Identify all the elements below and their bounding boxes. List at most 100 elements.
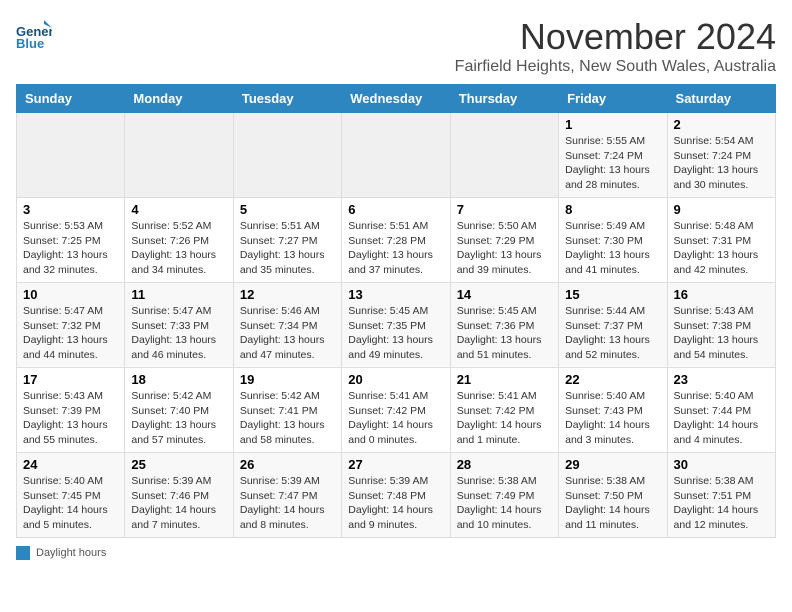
day-info: Sunrise: 5:39 AM Sunset: 7:47 PM Dayligh… bbox=[240, 474, 335, 533]
day-info: Sunrise: 5:38 AM Sunset: 7:51 PM Dayligh… bbox=[674, 474, 769, 533]
day-number: 24 bbox=[23, 457, 118, 472]
calendar-cell: 27 Sunrise: 5:39 AM Sunset: 7:48 PM Dayli… bbox=[342, 453, 450, 538]
day-info: Sunrise: 5:51 AM Sunset: 7:27 PM Dayligh… bbox=[240, 219, 335, 278]
day-info: Sunrise: 5:45 AM Sunset: 7:36 PM Dayligh… bbox=[457, 304, 552, 363]
day-number: 18 bbox=[131, 372, 226, 387]
day-info: Sunrise: 5:42 AM Sunset: 7:41 PM Dayligh… bbox=[240, 389, 335, 448]
day-info: Sunrise: 5:52 AM Sunset: 7:26 PM Dayligh… bbox=[131, 219, 226, 278]
day-number: 10 bbox=[23, 287, 118, 302]
day-info: Sunrise: 5:54 AM Sunset: 7:24 PM Dayligh… bbox=[674, 134, 769, 193]
day-info: Sunrise: 5:43 AM Sunset: 7:38 PM Dayligh… bbox=[674, 304, 769, 363]
day-info: Sunrise: 5:49 AM Sunset: 7:30 PM Dayligh… bbox=[565, 219, 660, 278]
calendar-cell: 1 Sunrise: 5:55 AM Sunset: 7:24 PM Daylig… bbox=[559, 113, 667, 198]
svg-text:Blue: Blue bbox=[16, 36, 44, 51]
day-number: 11 bbox=[131, 287, 226, 302]
day-number: 5 bbox=[240, 202, 335, 217]
calendar-header-friday: Friday bbox=[559, 85, 667, 113]
day-number: 13 bbox=[348, 287, 443, 302]
calendar-cell: 4 Sunrise: 5:52 AM Sunset: 7:26 PM Daylig… bbox=[125, 198, 233, 283]
calendar-cell: 21Sunrise: 5:41 AM Sunset: 7:42 PM Dayli… bbox=[450, 368, 558, 453]
day-number: 15 bbox=[565, 287, 660, 302]
footer-bar: Daylight hours bbox=[16, 546, 776, 560]
day-info: Sunrise: 5:40 AM Sunset: 7:43 PM Dayligh… bbox=[565, 389, 660, 448]
day-number: 27 bbox=[348, 457, 443, 472]
day-number: 23 bbox=[674, 372, 769, 387]
day-info: Sunrise: 5:39 AM Sunset: 7:48 PM Dayligh… bbox=[348, 474, 443, 533]
calendar-cell bbox=[17, 113, 125, 198]
day-number: 30 bbox=[674, 457, 769, 472]
day-number: 19 bbox=[240, 372, 335, 387]
day-number: 26 bbox=[240, 457, 335, 472]
day-info: Sunrise: 5:47 AM Sunset: 7:32 PM Dayligh… bbox=[23, 304, 118, 363]
calendar-week-row: 10 Sunrise: 5:47 AM Sunset: 7:32 PM Dayli… bbox=[17, 283, 776, 368]
logo-icon: General Blue bbox=[16, 16, 52, 52]
day-info: Sunrise: 5:42 AM Sunset: 7:40 PM Dayligh… bbox=[131, 389, 226, 448]
calendar-header-sunday: Sunday bbox=[17, 85, 125, 113]
calendar-cell: 22 Sunrise: 5:40 AM Sunset: 7:43 PM Dayli… bbox=[559, 368, 667, 453]
day-info: Sunrise: 5:50 AM Sunset: 7:29 PM Dayligh… bbox=[457, 219, 552, 278]
calendar-cell: 30 Sunrise: 5:38 AM Sunset: 7:51 PM Dayli… bbox=[667, 453, 775, 538]
calendar-cell: 17 Sunrise: 5:43 AM Sunset: 7:39 PM Dayli… bbox=[17, 368, 125, 453]
day-number: 28 bbox=[457, 457, 552, 472]
title-area: November 2024 Fairfield Heights, New Sou… bbox=[455, 16, 776, 76]
location-subtitle: Fairfield Heights, New South Wales, Aust… bbox=[455, 58, 776, 76]
calendar-cell: 20 Sunrise: 5:41 AM Sunset: 7:42 PM Dayli… bbox=[342, 368, 450, 453]
calendar-header-thursday: Thursday bbox=[450, 85, 558, 113]
day-number: 6 bbox=[348, 202, 443, 217]
day-info: Sunrise: 5:53 AM Sunset: 7:25 PM Dayligh… bbox=[23, 219, 118, 278]
day-info: Sunrise: 5:45 AM Sunset: 7:35 PM Dayligh… bbox=[348, 304, 443, 363]
day-info: Sunrise: 5:41 AM Sunset: 7:42 PM Dayligh… bbox=[457, 389, 552, 448]
calendar-header-row: SundayMondayTuesdayWednesdayThursdayFrid… bbox=[17, 85, 776, 113]
month-title: November 2024 bbox=[455, 16, 776, 58]
day-number: 1 bbox=[565, 117, 660, 132]
calendar-cell: 11 Sunrise: 5:47 AM Sunset: 7:33 PM Dayli… bbox=[125, 283, 233, 368]
day-info: Sunrise: 5:47 AM Sunset: 7:33 PM Dayligh… bbox=[131, 304, 226, 363]
day-info: Sunrise: 5:43 AM Sunset: 7:39 PM Dayligh… bbox=[23, 389, 118, 448]
calendar-cell: 15 Sunrise: 5:44 AM Sunset: 7:37 PM Dayli… bbox=[559, 283, 667, 368]
calendar-cell: 2 Sunrise: 5:54 AM Sunset: 7:24 PM Daylig… bbox=[667, 113, 775, 198]
day-number: 3 bbox=[23, 202, 118, 217]
calendar-cell: 25Sunrise: 5:39 AM Sunset: 7:46 PM Dayli… bbox=[125, 453, 233, 538]
logo: General Blue bbox=[16, 16, 56, 52]
header: General Blue November 2024 Fairfield Hei… bbox=[16, 16, 776, 76]
calendar-cell: 23Sunrise: 5:40 AM Sunset: 7:44 PM Dayli… bbox=[667, 368, 775, 453]
day-info: Sunrise: 5:38 AM Sunset: 7:49 PM Dayligh… bbox=[457, 474, 552, 533]
day-info: Sunrise: 5:51 AM Sunset: 7:28 PM Dayligh… bbox=[348, 219, 443, 278]
day-number: 17 bbox=[23, 372, 118, 387]
calendar-cell bbox=[125, 113, 233, 198]
calendar-cell: 8 Sunrise: 5:49 AM Sunset: 7:30 PM Daylig… bbox=[559, 198, 667, 283]
calendar-cell bbox=[450, 113, 558, 198]
calendar-cell: 18 Sunrise: 5:42 AM Sunset: 7:40 PM Dayli… bbox=[125, 368, 233, 453]
day-number: 29 bbox=[565, 457, 660, 472]
calendar-cell: 5 Sunrise: 5:51 AM Sunset: 7:27 PM Daylig… bbox=[233, 198, 341, 283]
day-info: Sunrise: 5:40 AM Sunset: 7:45 PM Dayligh… bbox=[23, 474, 118, 533]
day-info: Sunrise: 5:41 AM Sunset: 7:42 PM Dayligh… bbox=[348, 389, 443, 448]
calendar-cell bbox=[342, 113, 450, 198]
legend-label: Daylight hours bbox=[36, 547, 106, 559]
day-info: Sunrise: 5:55 AM Sunset: 7:24 PM Dayligh… bbox=[565, 134, 660, 193]
calendar-cell: 3 Sunrise: 5:53 AM Sunset: 7:25 PM Daylig… bbox=[17, 198, 125, 283]
calendar-cell: 24 Sunrise: 5:40 AM Sunset: 7:45 PM Dayli… bbox=[17, 453, 125, 538]
calendar-header-monday: Monday bbox=[125, 85, 233, 113]
calendar-header-wednesday: Wednesday bbox=[342, 85, 450, 113]
day-number: 2 bbox=[674, 117, 769, 132]
day-number: 25 bbox=[131, 457, 226, 472]
day-info: Sunrise: 5:44 AM Sunset: 7:37 PM Dayligh… bbox=[565, 304, 660, 363]
day-number: 20 bbox=[348, 372, 443, 387]
calendar-cell: 13 Sunrise: 5:45 AM Sunset: 7:35 PM Dayli… bbox=[342, 283, 450, 368]
calendar-table: SundayMondayTuesdayWednesdayThursdayFrid… bbox=[16, 84, 776, 538]
calendar-cell: 9 Sunrise: 5:48 AM Sunset: 7:31 PM Daylig… bbox=[667, 198, 775, 283]
calendar-cell: 7Sunrise: 5:50 AM Sunset: 7:29 PM Daylig… bbox=[450, 198, 558, 283]
day-number: 4 bbox=[131, 202, 226, 217]
day-number: 22 bbox=[565, 372, 660, 387]
calendar-cell: 26 Sunrise: 5:39 AM Sunset: 7:47 PM Dayli… bbox=[233, 453, 341, 538]
day-number: 16 bbox=[674, 287, 769, 302]
day-number: 14 bbox=[457, 287, 552, 302]
calendar-header-tuesday: Tuesday bbox=[233, 85, 341, 113]
day-info: Sunrise: 5:46 AM Sunset: 7:34 PM Dayligh… bbox=[240, 304, 335, 363]
calendar-cell bbox=[233, 113, 341, 198]
day-info: Sunrise: 5:48 AM Sunset: 7:31 PM Dayligh… bbox=[674, 219, 769, 278]
day-number: 9 bbox=[674, 202, 769, 217]
day-number: 8 bbox=[565, 202, 660, 217]
calendar-cell: 6 Sunrise: 5:51 AM Sunset: 7:28 PM Daylig… bbox=[342, 198, 450, 283]
